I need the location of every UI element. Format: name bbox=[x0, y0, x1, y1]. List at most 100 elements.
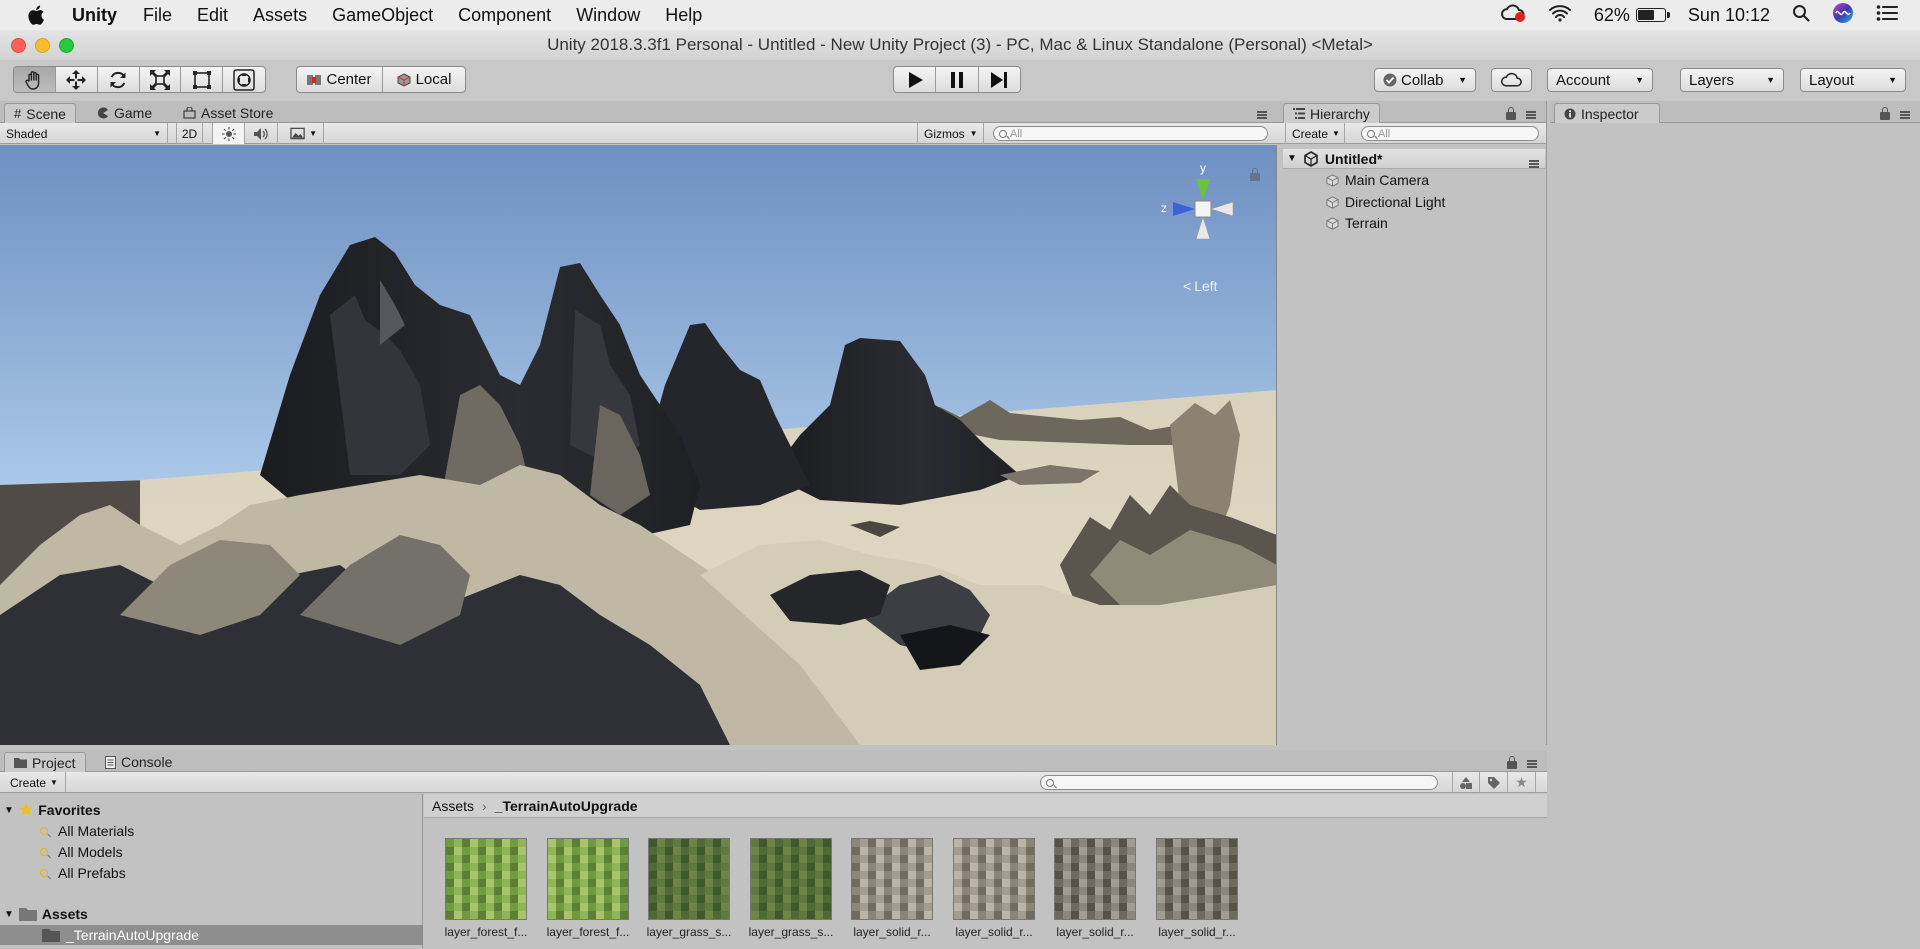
panel-menu-icon[interactable] bbox=[1527, 756, 1537, 771]
window-title: Unity 2018.3.3f1 Personal - Untitled - N… bbox=[547, 35, 1373, 54]
menu-window[interactable]: Window bbox=[576, 5, 640, 26]
rotate-tool-button[interactable] bbox=[98, 67, 140, 92]
siri-icon[interactable] bbox=[1832, 2, 1854, 29]
asset-thumbnail[interactable] bbox=[1156, 838, 1238, 920]
pause-button[interactable] bbox=[936, 67, 979, 92]
unity-toolbar: Center Local Collab ▼ Account ▼ Layers ▼… bbox=[0, 60, 1920, 101]
asset-label: layer_solid_r... bbox=[1056, 925, 1134, 939]
hierarchy-scene-row[interactable]: ▼ Untitled* bbox=[1283, 149, 1545, 169]
clock[interactable]: Sun 10:12 bbox=[1688, 5, 1770, 26]
asset-thumbnail[interactable] bbox=[953, 838, 1035, 920]
panel-menu-icon[interactable] bbox=[1900, 107, 1910, 122]
account-dropdown[interactable]: Account ▼ bbox=[1547, 68, 1653, 92]
battery-indicator[interactable]: 62% bbox=[1594, 5, 1670, 26]
gizmo-z-label: z bbox=[1161, 201, 1167, 215]
scene-effects-dropdown[interactable]: ▼ bbox=[284, 123, 324, 144]
apple-icon[interactable] bbox=[26, 4, 48, 26]
play-button[interactable] bbox=[894, 67, 937, 92]
step-button[interactable] bbox=[979, 67, 1020, 92]
hand-tool-button[interactable] bbox=[14, 67, 56, 92]
toggle-2d-label: 2D bbox=[181, 126, 198, 141]
zoom-window-button[interactable] bbox=[59, 38, 74, 53]
chevron-down-icon: ▼ bbox=[1766, 75, 1775, 85]
asset-thumbnail[interactable] bbox=[750, 838, 832, 920]
menu-component[interactable]: Component bbox=[458, 5, 551, 26]
breadcrumb-current-folder[interactable]: _TerrainAutoUpgrade bbox=[495, 798, 638, 814]
hierarchy-item-directional-light[interactable]: Directional Light bbox=[1326, 192, 1445, 212]
hierarchy-search-input[interactable]: All bbox=[1361, 126, 1539, 141]
assets-root-folder[interactable]: ▼ Assets bbox=[4, 904, 88, 924]
scene-audio-toggle[interactable] bbox=[245, 123, 278, 144]
gizmos-dropdown[interactable]: Gizmos ▼ bbox=[917, 123, 984, 144]
pivot-space-button[interactable]: Local bbox=[383, 67, 465, 92]
tab-console[interactable]: Console bbox=[96, 752, 181, 772]
project-create-dropdown[interactable]: Create ▼ bbox=[4, 772, 66, 793]
menu-app-name[interactable]: Unity bbox=[72, 5, 117, 26]
menu-assets[interactable]: Assets bbox=[253, 5, 307, 26]
menu-gameobject[interactable]: GameObject bbox=[332, 5, 433, 26]
hierarchy-create-dropdown[interactable]: Create ▼ bbox=[1285, 123, 1345, 144]
spotlight-search-icon[interactable] bbox=[1792, 4, 1810, 27]
tab-asset-store[interactable]: Asset Store bbox=[174, 103, 282, 123]
scene-search-placeholder: All bbox=[1010, 127, 1023, 140]
collab-dropdown[interactable]: Collab ▼ bbox=[1374, 68, 1476, 92]
lock-icon[interactable] bbox=[1506, 107, 1516, 123]
panel-menu-icon[interactable] bbox=[1526, 107, 1536, 122]
tab-game[interactable]: Game bbox=[88, 103, 161, 123]
asset-thumbnail[interactable] bbox=[648, 838, 730, 920]
wifi-icon[interactable] bbox=[1548, 4, 1572, 27]
favorite-all-prefabs[interactable]: All Prefabs bbox=[40, 863, 126, 883]
favorite-search-button[interactable]: ★ bbox=[1508, 772, 1536, 793]
shading-mode-dropdown[interactable]: Shaded ▼ bbox=[0, 123, 168, 144]
shading-mode-label: Shaded bbox=[6, 126, 48, 141]
favorite-all-materials[interactable]: All Materials bbox=[40, 821, 134, 841]
tab-hierarchy[interactable]: Hierarchy bbox=[1283, 103, 1380, 123]
tab-project[interactable]: Project bbox=[4, 752, 86, 772]
favorite-all-models[interactable]: All Models bbox=[40, 842, 123, 862]
pivot-center-button[interactable]: Center bbox=[297, 67, 383, 92]
scene-lighting-toggle[interactable] bbox=[212, 123, 245, 144]
hierarchy-item-main-camera[interactable]: Main Camera bbox=[1326, 170, 1429, 190]
scene-search-input[interactable]: All bbox=[993, 126, 1268, 141]
breadcrumb-assets[interactable]: Assets bbox=[432, 798, 474, 814]
search-by-label-button[interactable] bbox=[1480, 772, 1508, 793]
lock-icon[interactable] bbox=[1507, 756, 1517, 772]
creative-cloud-icon[interactable] bbox=[1500, 3, 1526, 28]
tab-inspector[interactable]: Inspector bbox=[1554, 103, 1660, 123]
scale-tool-button[interactable] bbox=[140, 67, 182, 92]
chevron-right-icon: › bbox=[482, 797, 487, 814]
texture-preview-icon bbox=[548, 839, 628, 919]
view-lock-icon[interactable] bbox=[1250, 168, 1260, 184]
scene-orientation-gizmo[interactable]: y z bbox=[1158, 159, 1248, 269]
asset-thumbnail[interactable] bbox=[851, 838, 933, 920]
search-by-type-button[interactable] bbox=[1452, 772, 1480, 793]
hierarchy-item-terrain[interactable]: Terrain bbox=[1326, 213, 1388, 233]
lock-icon[interactable] bbox=[1880, 107, 1890, 123]
layout-dropdown[interactable]: Layout ▼ bbox=[1800, 68, 1906, 92]
scene-menu-icon[interactable] bbox=[1529, 155, 1539, 171]
layers-dropdown[interactable]: Layers ▼ bbox=[1680, 68, 1784, 92]
move-tool-button[interactable] bbox=[56, 67, 98, 92]
asset-thumbnail[interactable] bbox=[547, 838, 629, 920]
view-direction-label[interactable]: < Left bbox=[1183, 278, 1218, 294]
cloud-services-button[interactable] bbox=[1491, 68, 1532, 92]
notification-center-icon[interactable] bbox=[1876, 4, 1898, 27]
project-search-input[interactable] bbox=[1040, 775, 1438, 790]
menu-help[interactable]: Help bbox=[665, 5, 702, 26]
panel-menu-icon[interactable] bbox=[1257, 107, 1267, 122]
menu-edit[interactable]: Edit bbox=[197, 5, 228, 26]
asset-thumbnail[interactable] bbox=[1054, 838, 1136, 920]
toggle-2d-button[interactable]: 2D bbox=[176, 123, 203, 144]
close-window-button[interactable] bbox=[11, 38, 26, 53]
minimize-window-button[interactable] bbox=[35, 38, 50, 53]
folder-terrain-auto-upgrade[interactable]: _TerrainAutoUpgrade bbox=[0, 925, 423, 945]
asset-thumbnail[interactable] bbox=[445, 838, 527, 920]
transform-tool-button[interactable] bbox=[223, 67, 265, 92]
tab-scene[interactable]: # Scene bbox=[4, 103, 76, 123]
favorites-section[interactable]: ▼ ★ Favorites bbox=[4, 800, 101, 820]
pivot-group: Center Local bbox=[296, 66, 466, 93]
shopping-bag-icon bbox=[183, 107, 196, 119]
rect-tool-button[interactable] bbox=[181, 67, 224, 92]
menu-file[interactable]: File bbox=[143, 5, 172, 26]
scene-viewport[interactable]: y z < Left bbox=[0, 145, 1277, 745]
